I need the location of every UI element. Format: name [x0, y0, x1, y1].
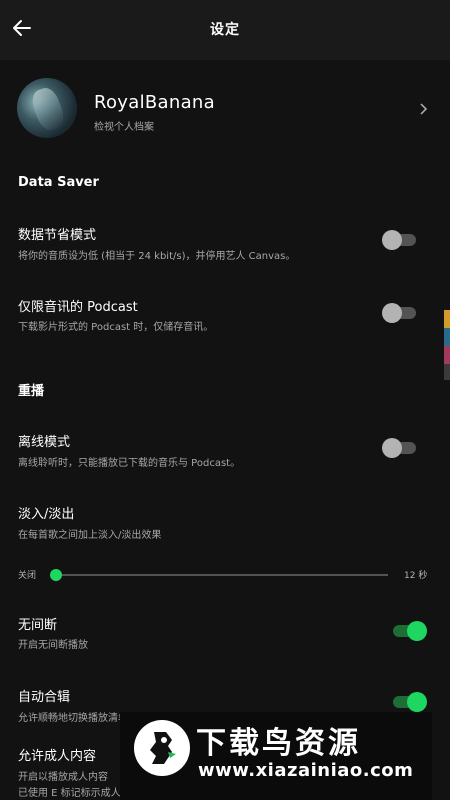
data-saver-mode-toggle[interactable]	[382, 229, 420, 251]
page-title: 设定	[210, 22, 240, 38]
gapless-subtitle: 开启无间断播放	[18, 640, 88, 651]
audio-only-podcast-subtitle: 下载影片形式的 Podcast 时，仅储存音讯。	[18, 322, 214, 333]
edge-strip	[444, 310, 450, 380]
section-playback: 重播	[18, 384, 45, 399]
explicit-content-title: 允许成人内容	[18, 749, 97, 764]
profile-subtitle: 检视个人档案	[94, 122, 154, 133]
audio-only-podcast-title: 仅限音讯的 Podcast	[18, 300, 138, 315]
crossfade-subtitle: 在每首歌之间加上淡入/淡出效果	[18, 530, 162, 541]
gapless-toggle[interactable]	[389, 620, 427, 642]
audio-only-podcast-toggle[interactable]	[382, 302, 420, 324]
profile-name: RoyalBanana	[94, 92, 215, 113]
crossfade-title: 淡入/淡出	[18, 507, 75, 522]
crossfade-max-label: 12 秒	[404, 571, 428, 581]
bird-logo-icon	[150, 732, 176, 764]
automix-toggle[interactable]	[389, 691, 427, 713]
data-saver-mode-subtitle: 将你的音质设为低 (相当于 24 kbit/s)，并停用艺人 Canvas。	[18, 251, 296, 262]
explicit-content-subtitle: 开启以播放成人内容	[18, 772, 108, 783]
watermark-title: 下载鸟资源	[196, 726, 361, 761]
watermark-logo	[134, 720, 190, 776]
crossfade-min-label: 关闭	[18, 571, 37, 581]
watermark: 下载鸟资源 www.xiazainiao.com	[120, 712, 432, 800]
top-bar: 设定	[0, 0, 450, 60]
section-data-saver: Data Saver	[18, 175, 99, 190]
profile-row[interactable]: RoyalBanana 检视个人档案	[0, 78, 450, 144]
avatar	[17, 78, 77, 138]
watermark-url: www.xiazainiao.com	[198, 760, 414, 781]
offline-mode-toggle[interactable]	[382, 437, 420, 459]
offline-mode-subtitle: 离线聆听时，只能播放已下载的音乐与 Podcast。	[18, 458, 241, 469]
data-saver-mode-title: 数据节省模式	[18, 228, 97, 243]
chevron-right-icon	[420, 103, 428, 115]
crossfade-slider-thumb[interactable]	[50, 569, 62, 581]
crossfade-slider[interactable]	[50, 569, 388, 581]
automix-title: 自动合辑	[18, 690, 71, 705]
gapless-title: 无间断	[18, 618, 58, 633]
offline-mode-title: 离线模式	[18, 435, 71, 450]
